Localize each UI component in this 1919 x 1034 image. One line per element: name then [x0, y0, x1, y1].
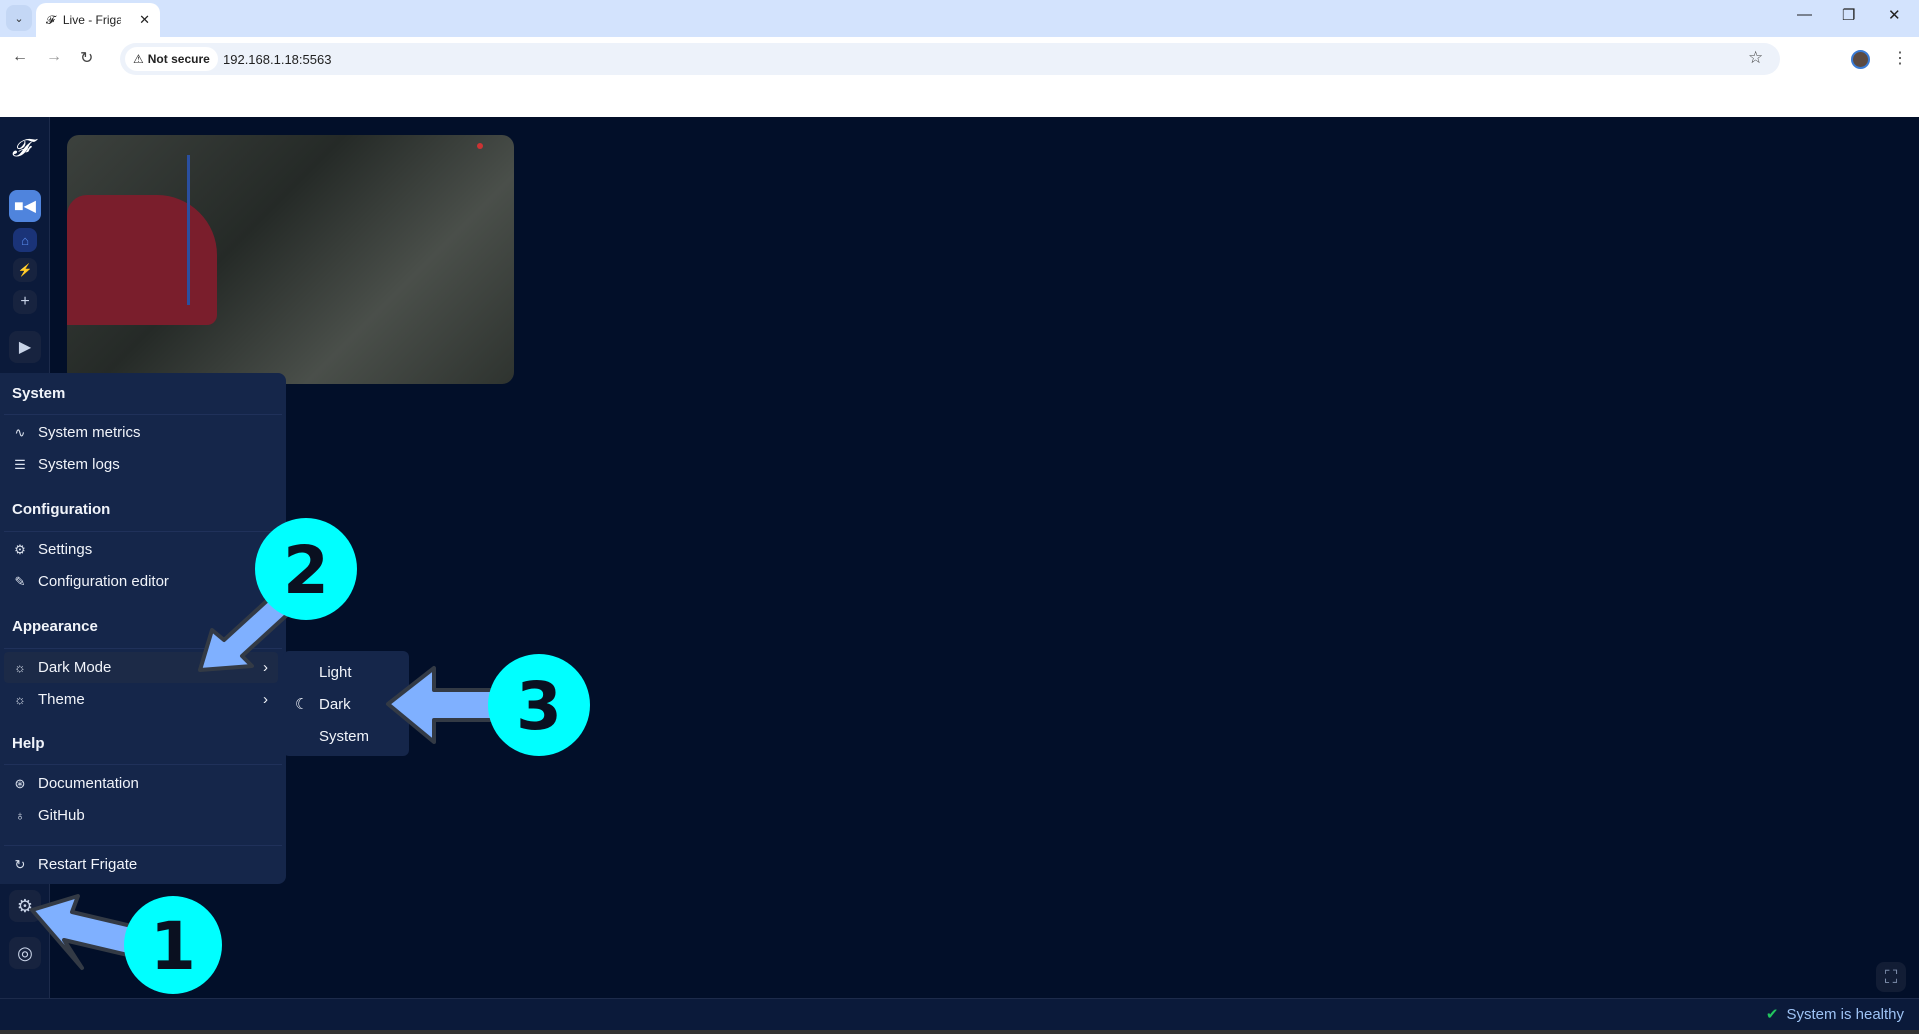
- annotation-arrow-1: [30, 894, 142, 970]
- annotation-label-2: 2: [283, 532, 329, 609]
- annotation-label-3: 3: [516, 668, 562, 745]
- annotation-arrow-3: [386, 666, 502, 744]
- annotation-label-1: 1: [150, 908, 196, 985]
- annotation-layer: 1 2 3: [30, 518, 590, 994]
